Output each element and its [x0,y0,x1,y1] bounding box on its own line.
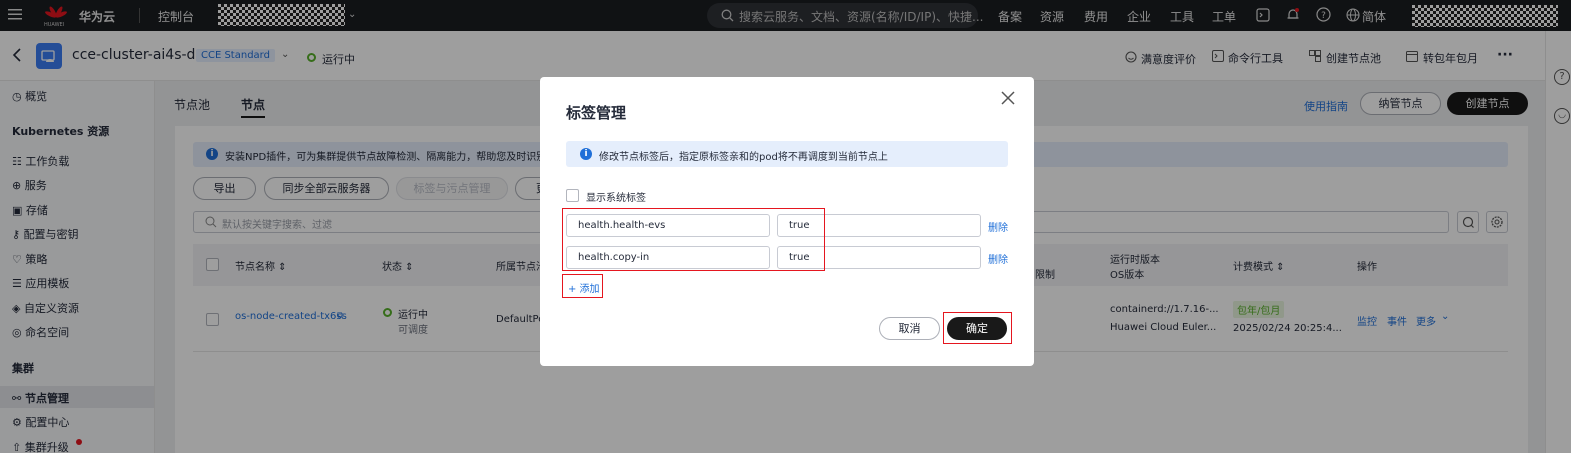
delete-label-link[interactable]: 删除 [988,219,1008,234]
delete-label-link[interactable]: 删除 [988,251,1008,266]
show-system-labels-checkbox[interactable] [566,189,579,202]
add-highlight-box [562,274,603,298]
close-icon[interactable] [1000,90,1016,109]
tag-management-dialog: 标签管理 i 修改节点标签后，指定原标签亲和的pod将不再调度到当前节点上 显示… [540,77,1034,366]
confirm-highlight-box [943,312,1012,344]
labels-highlight-box [562,208,825,271]
cancel-button[interactable]: 取消 [879,317,940,340]
info-icon: i [580,148,592,160]
dialog-info-text: 修改节点标签后，指定原标签亲和的pod将不再调度到当前节点上 [599,152,888,163]
dialog-info: i 修改节点标签后，指定原标签亲和的pod将不再调度到当前节点上 [566,141,1008,167]
dialog-title: 标签管理 [566,104,627,122]
show-system-labels-label: 显示系统标签 [586,193,646,204]
